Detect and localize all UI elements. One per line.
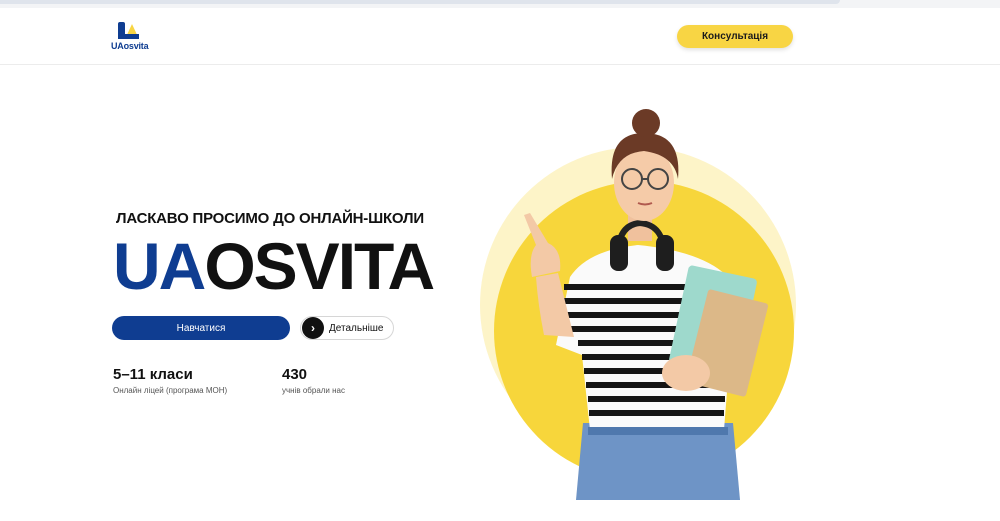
site-header: UAosvita Консультація <box>0 8 1000 65</box>
welcome-heading: ЛАСКАВО ПРОСИМО ДО ОНЛАЙН-ШКОЛИ <box>116 210 424 227</box>
logo-text: UAosvita <box>111 41 149 51</box>
hair-bun <box>632 109 660 137</box>
ua-logo-icon <box>118 22 139 39</box>
site-logo[interactable]: UAosvita <box>111 22 151 54</box>
learn-button[interactable]: Навчатися <box>112 316 290 340</box>
stat-desc: учнів обрали нас <box>282 386 345 395</box>
details-button[interactable]: › Детальніше <box>300 316 394 340</box>
chevron-right-icon: › <box>302 317 324 339</box>
brand-ua: UA <box>113 229 206 303</box>
brand-osvita: OSVITA <box>204 229 435 303</box>
stat-grades: 5–11 класи Онлайн ліцей (програма МОН) <box>113 366 227 395</box>
headphone-right <box>656 235 674 271</box>
brand-title: UAOSVITA <box>113 229 435 303</box>
headphone-left <box>610 235 628 271</box>
belt <box>588 427 728 435</box>
stat-desc: Онлайн ліцей (програма МОН) <box>113 386 228 395</box>
holding-hand <box>662 355 710 391</box>
hero-illustration <box>480 109 796 500</box>
details-label: Детальніше <box>329 322 384 334</box>
stat-value: 5–11 класи <box>113 366 193 383</box>
stat-students: 430 учнів обрали нас <box>282 366 345 395</box>
browser-strip <box>0 0 1000 8</box>
stat-value: 430 <box>282 366 308 383</box>
address-bar <box>0 0 840 4</box>
consultation-button[interactable]: Консультація <box>677 25 793 48</box>
